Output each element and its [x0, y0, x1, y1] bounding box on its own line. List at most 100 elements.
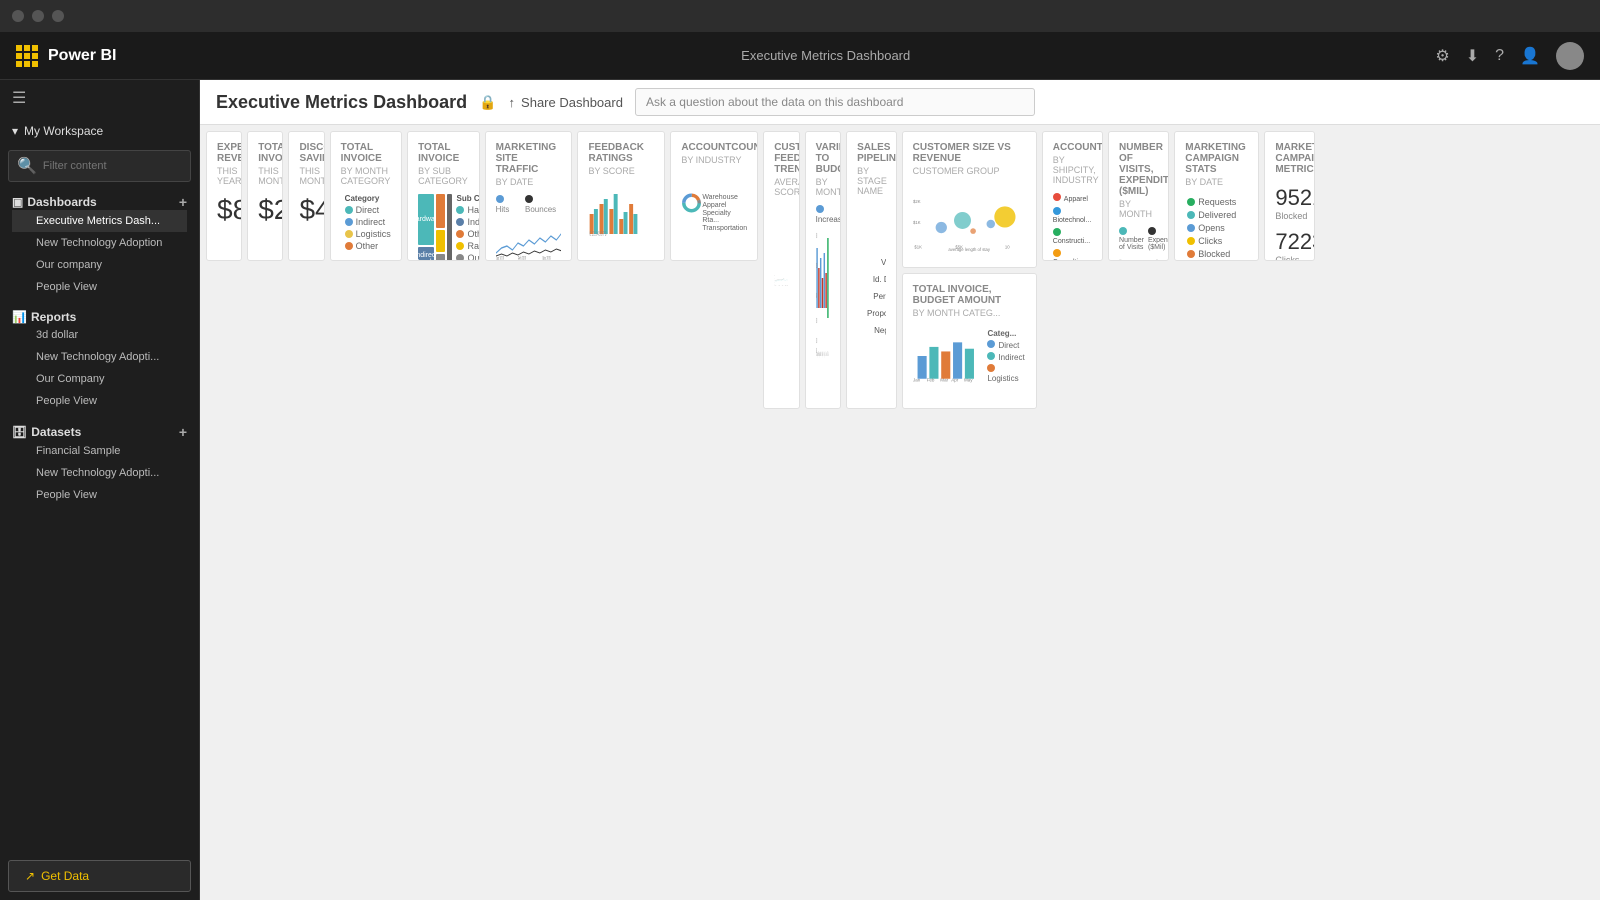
share-button[interactable]: ↑ Share Dashboard	[509, 95, 623, 110]
expected-revenue-subtitle: THIS YEAR	[217, 166, 231, 186]
svg-text:7.50: 7.50	[784, 278, 786, 279]
pipeline-negotiation: Negotiation/Review $12,605,500.00	[857, 323, 886, 337]
tiles-container: Expected Revenue THIS YEAR $85.22M Total…	[200, 125, 1600, 900]
tile-feedback-ratings[interactable]: Feedback Ratings BY SCORE	[577, 131, 665, 261]
datasets-label: Datasets	[31, 425, 81, 439]
sidebar-item-our-company-report[interactable]: Our Company	[12, 368, 187, 390]
clicks-value: 7223	[1275, 229, 1315, 255]
sidebar-item-executive[interactable]: Executive Metrics Dash...	[12, 210, 187, 232]
sidebar-bottom: ↗ Get Data	[0, 852, 199, 900]
sidebar-item-people[interactable]: People View	[12, 276, 187, 298]
tile-total-invoice-month[interactable]: Total Invoice THIS MONTH $2.22M	[247, 131, 283, 261]
add-dataset-button[interactable]: +	[179, 424, 187, 440]
sidebar-item-financial[interactable]: Financial Sample	[12, 440, 187, 462]
tile-customer-size[interactable]: Customer Size vs Revenue CUSTOMER GROUP	[902, 131, 1037, 268]
tile-sales-pipeline[interactable]: Sales Pipeline BY STAGE NAME Prospecting…	[846, 131, 897, 409]
sidebar-item-new-tech[interactable]: New Technology Adoption	[12, 232, 187, 254]
pipeline-needs-analysis: Needs Analysis $11,616,210.00	[857, 238, 886, 252]
sales-pipeline-title: Sales Pipeline	[857, 142, 886, 164]
total-invoice-sub-title: Total Invoice	[418, 142, 468, 164]
customer-feedback-subtitle: AVERAGE SCORE	[774, 177, 788, 197]
tile-total-invoice-budget[interactable]: Total Invoice, Budget Amount BY MONTH CA…	[902, 273, 1037, 410]
discount-savings-title: Discount Savings	[299, 142, 313, 164]
visits-subtitle: BY MONTH	[1119, 199, 1158, 219]
tile-account-count-map[interactable]: AccountCount BY SHIPCITY, INDUSTRY Appar…	[1042, 131, 1103, 261]
blocked-label: Blocked	[1275, 211, 1315, 221]
profile-icon[interactable]: 👤	[1520, 46, 1540, 66]
svg-text:Apr: Apr	[951, 377, 959, 382]
svg-text:10: 10	[774, 275, 775, 276]
tile-visits-expenditures[interactable]: Number of Visits, Expenditures ($Mil) BY…	[1108, 131, 1169, 261]
hamburger-icon[interactable]: ☰	[0, 80, 199, 116]
get-data-button[interactable]: ↗ Get Data	[8, 860, 191, 892]
tile-total-invoice-sub[interactable]: Total Invoice BY SUB CATEGORY Hardware I…	[407, 131, 479, 261]
svg-text:Mar: Mar	[940, 377, 948, 382]
svg-text:average length of stay: average length of stay	[948, 247, 991, 252]
metric-blocked: 9521 Blocked	[1275, 185, 1315, 221]
help-icon[interactable]: ?	[1495, 47, 1504, 65]
svg-text:9: 9	[774, 278, 775, 279]
tile-total-invoice-category[interactable]: Total Invoice BY MONTH CATEGORY January	[330, 131, 402, 261]
customer-feedback-title: Customer Feedback Trend	[774, 142, 788, 175]
app-logo: Power BI	[16, 45, 216, 67]
workspace-header[interactable]: ▾ My Workspace	[0, 116, 199, 146]
row3: Customer Feedback Trend AVERAGE SCORE 10…	[763, 131, 1037, 261]
tile-account-count[interactable]: AccountCount BY INDUSTRY Warehouse	[670, 131, 758, 261]
dashboards-header[interactable]: ▣ Dashboards +	[12, 194, 187, 210]
tile-customer-feedback[interactable]: Customer Feedback Trend AVERAGE SCORE 10…	[763, 131, 799, 409]
sales-pipeline-subtitle: BY STAGE NAME	[857, 166, 886, 196]
dashboard-icon: ▣	[12, 195, 23, 209]
datasets-header[interactable]: 🗄 Datasets +	[12, 424, 187, 440]
svg-text:March: March	[820, 350, 821, 357]
total-invoice-budget-subtitle: BY MONTH CATEG...	[913, 308, 1026, 318]
tile-marketing-traffic[interactable]: Marketing Site Traffic BY DATE Hits Boun…	[485, 131, 573, 261]
sidebar-search[interactable]: 🔍	[8, 150, 191, 182]
visits-title: Number of Visits, Expenditures ($Mil)	[1119, 142, 1158, 197]
download-icon[interactable]: ⬇	[1466, 46, 1479, 66]
add-dashboard-button[interactable]: +	[179, 194, 187, 210]
svg-text:7: 7	[774, 282, 775, 283]
total-invoice-category-subtitle: BY MONTH CATEGORY	[341, 166, 391, 186]
sidebar-item-3d-dollar[interactable]: 3d dollar	[12, 324, 187, 346]
maximize-button[interactable]	[32, 10, 44, 22]
sidebar-item-our-company[interactable]: Our company	[12, 254, 187, 276]
expected-revenue-title: Expected Revenue	[217, 142, 231, 164]
user-avatar[interactable]	[1556, 42, 1584, 70]
close-button[interactable]	[52, 10, 64, 22]
account-count-map-subtitle: BY SHIPCITY, INDUSTRY	[1053, 155, 1092, 185]
tile-expected-revenue[interactable]: Expected Revenue THIS YEAR $85.22M	[206, 131, 242, 261]
account-count-map-title: AccountCount	[1053, 142, 1092, 153]
svg-text:Total: Total	[827, 350, 828, 357]
svg-text:Jan: Jan	[913, 377, 921, 382]
filter-input[interactable]	[43, 160, 182, 172]
reports-section: 📊 Reports 3d dollar New Technology Adopt…	[0, 302, 199, 416]
svg-text:Mar 2015: Mar 2015	[542, 256, 550, 261]
qa-input[interactable]: Ask a question about the data on this da…	[635, 88, 1035, 116]
sidebar-item-people-dataset[interactable]: People View	[12, 484, 187, 506]
logo-grid-icon[interactable]	[16, 45, 38, 67]
svg-text:$30K: $30K	[816, 317, 817, 325]
marketing-metrics-title: Marketing Campaign Metrics	[1275, 142, 1304, 175]
svg-text:May: May	[823, 350, 824, 357]
svg-text:$2K: $2K	[913, 199, 921, 204]
tile-discount-savings[interactable]: Discount Savings THIS MONTH $4.07M	[288, 131, 324, 261]
tile-variance-budget[interactable]: Varience to Budget BY MONTH Increase Dec…	[805, 131, 841, 409]
sidebar-item-new-tech-report[interactable]: New Technology Adopti...	[12, 346, 187, 368]
sidebar-item-new-tech-dataset[interactable]: New Technology Adopti...	[12, 462, 187, 484]
window-buttons	[12, 10, 64, 22]
sidebar-item-people-report[interactable]: People View	[12, 390, 187, 412]
tile-marketing-campaign[interactable]: Marketing Campaign Stats BY DATE 40K 30K…	[1174, 131, 1259, 261]
marketing-campaign-subtitle: BY DATE	[1185, 177, 1248, 187]
discount-savings-value: $4.07M	[299, 194, 313, 226]
settings-icon[interactable]: ⚙	[1435, 46, 1449, 66]
pipeline-closed-won: Closed Won $24,112,010.00	[857, 340, 886, 354]
minimize-button[interactable]	[12, 10, 24, 22]
svg-text:8.25: 8.25	[776, 279, 778, 280]
share-label: Share Dashboard	[521, 95, 623, 110]
lock-icon: 🔒	[479, 94, 496, 111]
svg-text:Jan 2015: Jan 2015	[496, 256, 504, 261]
tile-marketing-metrics[interactable]: Marketing Campaign Metrics 9521 Blocked …	[1264, 131, 1315, 261]
total-invoice-category-title: Total Invoice	[341, 142, 391, 164]
share-icon: ↑	[509, 95, 516, 110]
reports-header[interactable]: 📊 Reports	[12, 310, 187, 324]
